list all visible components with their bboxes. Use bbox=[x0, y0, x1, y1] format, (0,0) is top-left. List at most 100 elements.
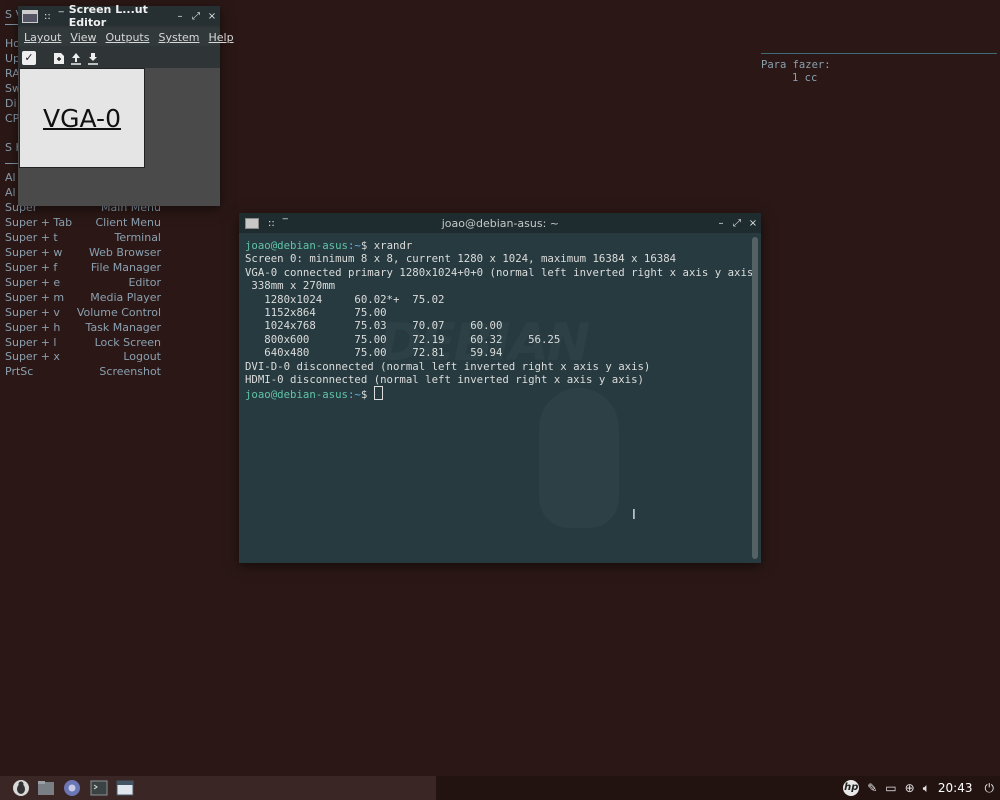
shortcut-action: Editor bbox=[128, 276, 161, 289]
shortcut-row: Super + w Web Browser bbox=[5, 246, 161, 261]
prompt-symbol: $ bbox=[360, 239, 368, 252]
new-layout-icon[interactable] bbox=[53, 52, 65, 65]
shortcut-action: Screenshot bbox=[99, 365, 161, 378]
output-line: 800x600 75.00 72.19 60.32 56.25 bbox=[245, 332, 561, 346]
updates-icon[interactable]: ⊕ bbox=[905, 781, 915, 795]
shortcut-row: Super + Tab Client Menu bbox=[5, 216, 161, 231]
shortcut-key: Super + f bbox=[5, 261, 58, 274]
shortcut-action: Media Player bbox=[90, 291, 161, 304]
monitor-label: VGA-0 bbox=[43, 103, 121, 133]
output-line: 640x480 75.00 72.81 59.94 bbox=[245, 346, 503, 360]
output-line: Screen 0: minimum 8 x 8, current 1280 x … bbox=[245, 252, 677, 266]
shortcut-key: Super + m bbox=[5, 291, 65, 304]
window-app-icon[interactable] bbox=[22, 9, 38, 23]
save-layout-icon[interactable] bbox=[87, 52, 99, 65]
maximize-button[interactable]: ⤢ bbox=[729, 218, 745, 229]
window-menu-icon[interactable]: ‾ bbox=[59, 11, 64, 22]
shortcut-action: Volume Control bbox=[76, 306, 161, 319]
text-cursor bbox=[373, 386, 383, 401]
shortcut-row: PrtSc Screenshot bbox=[5, 365, 161, 380]
layout-editor-title: Screen L...ut Editor bbox=[68, 3, 148, 29]
terminal-titlebar[interactable]: :: ‾ joao@debian-asus: ~ – ⤢ × bbox=[239, 213, 761, 233]
menu-system[interactable]: System bbox=[155, 28, 202, 46]
output-line: VGA-0 connected primary 1280x1024+0+0 (n… bbox=[245, 265, 760, 279]
file-manager-icon[interactable] bbox=[37, 779, 55, 797]
todo-widget: Para fazer: 1 cc bbox=[761, 59, 831, 85]
minimize-button[interactable]: – bbox=[172, 11, 188, 22]
todo-item: 1 cc bbox=[792, 72, 818, 84]
layout-editor-toolbar: ✓ bbox=[18, 48, 220, 68]
start-menu-penguin-icon[interactable] bbox=[12, 779, 30, 797]
monitor-vga-0[interactable]: VGA-0 bbox=[19, 68, 145, 168]
minimize-button[interactable]: – bbox=[713, 218, 729, 229]
apply-check-icon[interactable]: ✓ bbox=[22, 51, 36, 65]
prompt-path: :~ bbox=[347, 239, 361, 252]
shortcut-row: Super + l Lock Screen bbox=[5, 336, 161, 351]
prompt-user: joao@debian-asus bbox=[245, 388, 348, 402]
menu-help[interactable]: Help bbox=[206, 28, 237, 46]
menu-view[interactable]: View bbox=[67, 28, 99, 46]
shortcut-key: Super + x bbox=[5, 350, 60, 363]
menu-outputs[interactable]: Outputs bbox=[103, 28, 153, 46]
shortcut-key: Super + e bbox=[5, 276, 61, 289]
volume-icon[interactable]: 🔈︎ bbox=[923, 781, 930, 796]
layout-editor-menubar: Layout View Outputs System Help bbox=[18, 28, 234, 46]
terminal-title: joao@debian-asus: ~ bbox=[441, 216, 560, 230]
terminal-scrollbar[interactable] bbox=[752, 237, 758, 559]
taskbar: hp ✎ ▭ ⊕ 🔈︎ 20:43 ⏻ bbox=[0, 776, 1000, 800]
screen-layout-editor-window[interactable]: :: ‾ Screen L...ut Editor – ⤢ × Layout V… bbox=[18, 3, 234, 206]
prompt-line[interactable]: joao@debian-asus:~$ bbox=[245, 386, 747, 401]
shortcut-row: Super + m Media Player bbox=[5, 291, 161, 306]
shortcut-row: Super + e Editor bbox=[5, 276, 161, 291]
web-browser-icon[interactable] bbox=[63, 779, 81, 797]
shortcut-key: Super + v bbox=[5, 306, 60, 319]
shortcut-action: Client Menu bbox=[95, 216, 161, 229]
terminal-icon[interactable] bbox=[90, 779, 108, 797]
terminal-window[interactable]: :: ‾ joao@debian-asus: ~ – ⤢ × DEBIAN jo… bbox=[239, 213, 761, 563]
shortcut-action: Terminal bbox=[114, 231, 162, 244]
command-line: joao@debian-asus:~$ xrandr bbox=[245, 239, 747, 252]
output-line: HDMI-0 disconnected (normal left inverte… bbox=[245, 373, 644, 387]
system-tray: hp ✎ ▭ ⊕ 🔈︎ 20:43 ⏻ bbox=[839, 776, 1000, 800]
output-line: 1152x864 75.00 bbox=[245, 306, 387, 320]
open-layout-icon[interactable] bbox=[70, 52, 82, 65]
maximize-button[interactable]: ⤢ bbox=[188, 11, 204, 22]
shortcut-action: Task Manager bbox=[85, 321, 161, 334]
output-line: DVI-D-0 disconnected (normal left invert… bbox=[245, 359, 651, 373]
shortcut-row: Super + f File Manager bbox=[5, 261, 161, 276]
todo-divider bbox=[761, 53, 997, 54]
window-move-handle-icon[interactable]: :: bbox=[44, 11, 51, 22]
power-icon[interactable]: ⏻ bbox=[985, 781, 995, 796]
conky-text: Al bbox=[5, 171, 16, 184]
screen-layout-editor-task-icon[interactable] bbox=[116, 779, 134, 797]
shortcut-key: Super + l bbox=[5, 336, 57, 349]
conky-text: Di bbox=[5, 97, 17, 110]
todo-title: Para fazer: bbox=[761, 59, 831, 71]
shortcut-row: Super + h Task Manager bbox=[5, 321, 161, 336]
menu-layout[interactable]: Layout bbox=[21, 28, 64, 46]
output-line: 1024x768 75.03 70.07 60.00 bbox=[245, 319, 503, 333]
layout-editor-titlebar[interactable]: :: ‾ Screen L...ut Editor – ⤢ × bbox=[18, 3, 220, 29]
prompt-path: :~ bbox=[347, 388, 361, 402]
shortcut-row: Super + t Terminal bbox=[5, 231, 161, 246]
prompt-user: joao@debian-asus bbox=[245, 239, 348, 252]
close-button[interactable]: × bbox=[204, 11, 220, 22]
clipboard-icon[interactable]: ✎ bbox=[867, 781, 877, 795]
shortcut-key: Super + Tab bbox=[5, 216, 73, 229]
shortcut-row: Super + v Volume Control bbox=[5, 306, 161, 321]
shortcut-key: Super + h bbox=[5, 321, 61, 334]
shortcut-action: Lock Screen bbox=[94, 336, 161, 349]
output-line: 1280x1024 60.02*+ 75.02 bbox=[245, 292, 445, 306]
clock[interactable]: 20:43 bbox=[938, 781, 973, 795]
layout-canvas[interactable]: VGA-0 bbox=[18, 68, 220, 206]
display-icon[interactable]: ▭ bbox=[885, 781, 896, 795]
close-button[interactable]: × bbox=[745, 218, 761, 229]
terminal-output[interactable]: joao@debian-asus:~$ xrandr Screen 0: mini… bbox=[245, 239, 760, 563]
terminal-app-icon[interactable] bbox=[245, 217, 259, 229]
output-line: 338mm x 270mm bbox=[245, 279, 336, 293]
window-move-handle-icon[interactable]: :: bbox=[268, 218, 275, 229]
prompt-symbol: $ bbox=[360, 388, 368, 402]
hp-icon[interactable]: hp bbox=[843, 780, 860, 796]
shortcut-action: File Manager bbox=[90, 261, 161, 274]
task-list bbox=[0, 776, 436, 800]
